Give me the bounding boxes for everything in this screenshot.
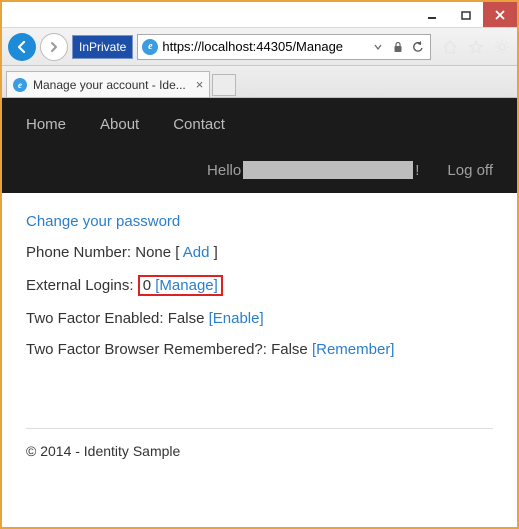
- url-dropdown-icon[interactable]: [370, 39, 386, 55]
- ie-favicon-icon: e: [142, 39, 158, 55]
- logoff-link[interactable]: Log off: [447, 162, 493, 179]
- tab-title: Manage your account - Ide...: [33, 78, 186, 92]
- external-logins-row: External Logins: 0 [Manage]: [26, 275, 493, 296]
- bracket-open: [: [175, 244, 179, 261]
- new-tab-button[interactable]: [212, 74, 236, 96]
- two-factor-enabled-row: Two Factor Enabled: False [Enable]: [26, 310, 493, 327]
- hello-user[interactable]: Hello !: [207, 161, 419, 179]
- external-logins-count: 0: [143, 277, 151, 294]
- phone-label: Phone Number:: [26, 244, 131, 261]
- page-footer: © 2014 - Identity Sample: [2, 428, 517, 459]
- nav-home[interactable]: Home: [26, 116, 66, 133]
- window-maximize-button[interactable]: [449, 2, 483, 27]
- refresh-icon[interactable]: [410, 39, 426, 55]
- change-password-link[interactable]: Change your password: [26, 213, 180, 230]
- address-bar[interactable]: e: [137, 34, 431, 60]
- nav-back-button[interactable]: [8, 33, 36, 61]
- lock-icon: [390, 39, 406, 55]
- phone-value: None: [135, 244, 171, 261]
- page-viewport: Home About Contact Hello ! Log off Chang…: [2, 98, 517, 527]
- nav-about[interactable]: About: [100, 116, 139, 133]
- window-titlebar: [2, 2, 517, 28]
- tfe-label: Two Factor Enabled:: [26, 310, 164, 327]
- username-redacted: [243, 161, 413, 179]
- tab-strip: e Manage your account - Ide... ×: [2, 66, 517, 98]
- phone-row: Phone Number: None [ Add ]: [26, 244, 493, 261]
- tab-close-icon[interactable]: ×: [192, 77, 204, 92]
- external-logins-manage-link[interactable]: [Manage]: [155, 277, 218, 294]
- tab-favicon-icon: e: [13, 78, 27, 92]
- url-input[interactable]: [162, 35, 366, 59]
- phone-add-link[interactable]: Add: [183, 244, 210, 261]
- nav-forward-button[interactable]: [40, 33, 68, 61]
- browser-tab[interactable]: e Manage your account - Ide... ×: [6, 71, 210, 97]
- hello-prefix: Hello: [207, 162, 241, 179]
- two-factor-browser-row: Two Factor Browser Remembered?: False [R…: [26, 341, 493, 358]
- favorites-star-icon[interactable]: [467, 38, 485, 56]
- tools-gear-icon[interactable]: [493, 38, 511, 56]
- tfe-enable-link[interactable]: [Enable]: [209, 310, 264, 327]
- window-close-button[interactable]: [483, 2, 517, 27]
- inprivate-badge: InPrivate: [72, 35, 133, 59]
- home-icon[interactable]: [441, 38, 459, 56]
- window-minimize-button[interactable]: [415, 2, 449, 27]
- external-logins-label: External Logins:: [26, 277, 134, 294]
- external-logins-highlight: 0 [Manage]: [138, 275, 223, 296]
- tfbr-remember-link[interactable]: [Remember]: [312, 341, 395, 358]
- browser-toolbar: InPrivate e: [2, 28, 517, 66]
- site-navbar: Home About Contact Hello ! Log off: [2, 98, 517, 193]
- tfbr-label: Two Factor Browser Remembered?:: [26, 341, 267, 358]
- hello-suffix: !: [415, 162, 419, 179]
- nav-contact[interactable]: Contact: [173, 116, 225, 133]
- tfbr-value: False: [271, 341, 308, 358]
- browser-right-icons: [435, 38, 511, 56]
- bracket-close: ]: [214, 244, 218, 261]
- footer-separator: [26, 428, 493, 429]
- page-body: Change your password Phone Number: None …: [2, 193, 517, 392]
- footer-text: © 2014 - Identity Sample: [26, 443, 180, 459]
- tfe-value: False: [168, 310, 205, 327]
